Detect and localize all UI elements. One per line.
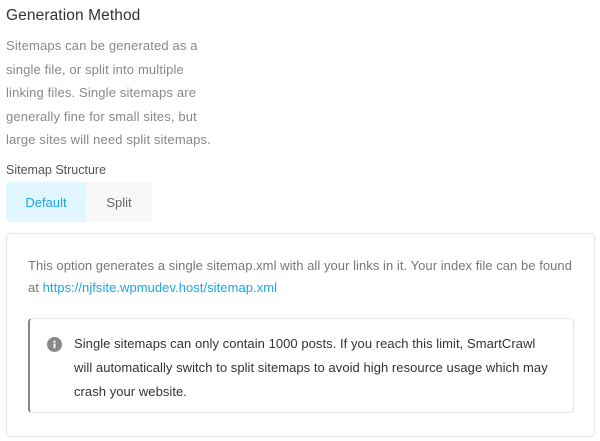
section-description: Sitemaps can be generated as a single fi… [6, 38, 211, 147]
tab-content-default: This option generates a single sitemap.x… [6, 233, 595, 437]
info-icon [47, 337, 62, 352]
sitemap-url-link[interactable]: https://njfsite.wpmudev.host/sitemap.xml [43, 280, 277, 295]
notice-text: Single sitemaps can only contain 1000 po… [74, 336, 548, 399]
default-option-description: This option generates a single sitemap.x… [28, 255, 578, 299]
sitemap-limit-notice: Single sitemaps can only contain 1000 po… [28, 318, 574, 413]
sitemap-structure-tabs: Default Split [6, 182, 152, 222]
tab-default[interactable]: Default [6, 182, 86, 222]
section-title: Generation Method [6, 7, 141, 24]
tab-split[interactable]: Split [86, 182, 152, 222]
sitemap-structure-label: Sitemap Structure [6, 163, 107, 177]
